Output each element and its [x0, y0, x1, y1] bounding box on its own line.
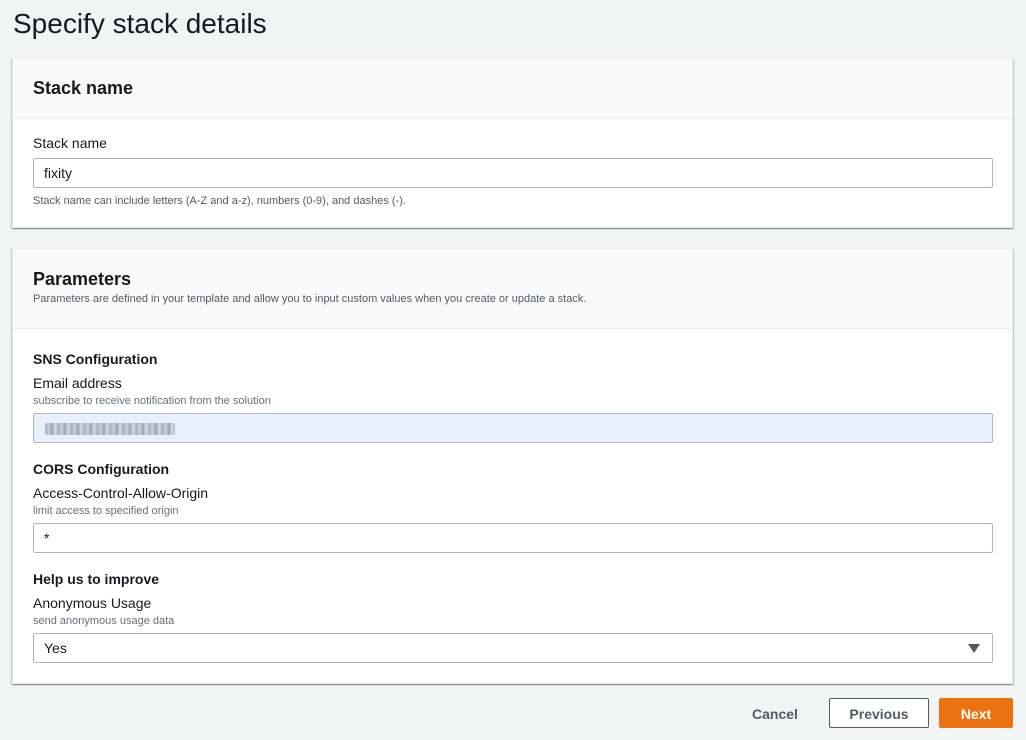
access-control-allow-origin-label: Access-Control-Allow-Origin	[33, 485, 209, 501]
cancel-button[interactable]: Cancel	[740, 698, 810, 728]
redacted-email-value	[45, 423, 175, 435]
page-title: Specify stack details	[13, 8, 267, 39]
stack-name-label: Stack name	[33, 135, 107, 151]
anonymous-usage-hint: send anonymous usage data	[33, 615, 175, 627]
stack-name-hint: Stack name can include letters (A-Z and …	[33, 195, 406, 207]
previous-button[interactable]: Previous	[829, 698, 929, 728]
parameters-panel-header: Parameters Parameters are defined in you…	[13, 249, 1012, 329]
anonymous-usage-select[interactable]: Yes	[33, 633, 993, 663]
help-us-improve-heading: Help us to improve	[33, 571, 160, 587]
email-address-hint: subscribe to receive notification from t…	[33, 395, 271, 407]
parameters-panel-description: Parameters are defined in your template …	[33, 293, 587, 305]
sns-configuration-heading: SNS Configuration	[33, 351, 158, 367]
stack-name-input[interactable]	[33, 158, 993, 188]
parameters-panel: Parameters Parameters are defined in you…	[12, 248, 1013, 684]
parameters-panel-title: Parameters	[33, 269, 132, 289]
next-button[interactable]: Next	[939, 698, 1013, 728]
anonymous-usage-selected-value: Yes	[44, 640, 67, 656]
stack-name-panel-title: Stack name	[33, 78, 134, 98]
access-control-allow-origin-input[interactable]	[33, 523, 993, 553]
cors-configuration-heading: CORS Configuration	[33, 461, 170, 477]
caret-down-icon	[968, 644, 980, 653]
access-control-allow-origin-hint: limit access to specified origin	[33, 505, 179, 517]
email-address-input[interactable]	[33, 413, 993, 443]
email-address-label: Email address	[33, 375, 122, 391]
anonymous-usage-label: Anonymous Usage	[33, 595, 152, 611]
stack-name-panel: Stack name Stack name Stack name can inc…	[12, 58, 1013, 228]
stack-name-panel-header: Stack name	[13, 59, 1012, 119]
